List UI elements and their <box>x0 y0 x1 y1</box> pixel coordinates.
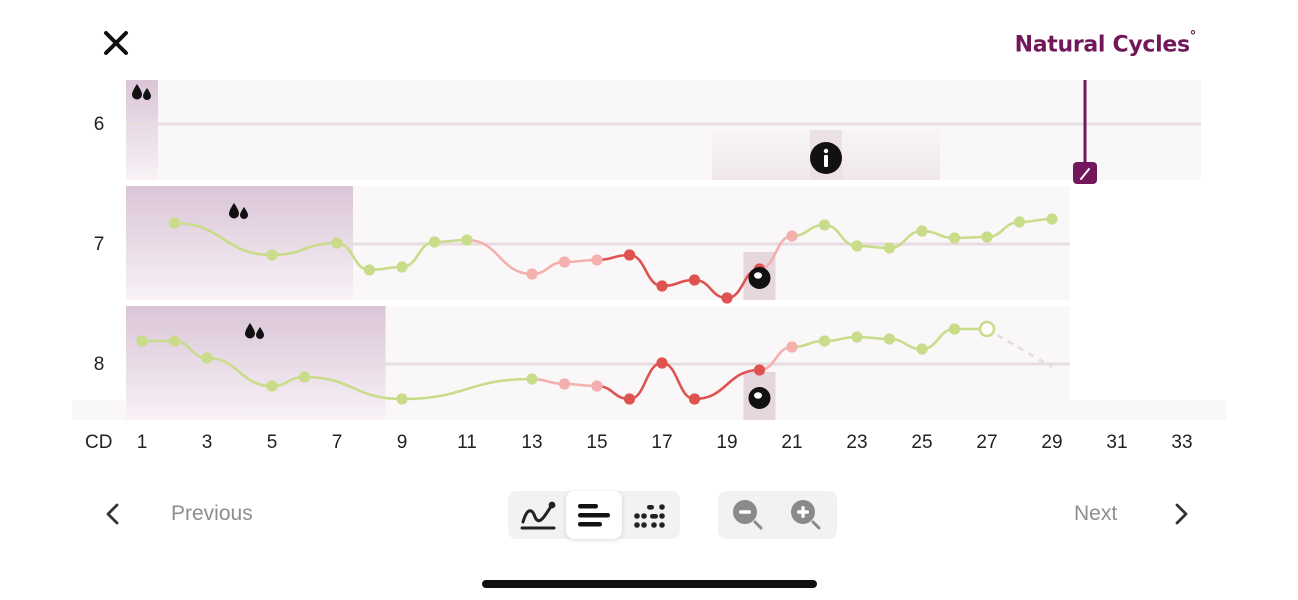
axis-tick-label: 33 <box>1171 432 1193 453</box>
axis-tick-label: 31 <box>1106 432 1128 453</box>
temperature-point <box>558 256 571 268</box>
temperature-point <box>883 333 896 345</box>
temperature-point <box>526 373 538 385</box>
cycle-row-background <box>126 80 1201 180</box>
temperature-point <box>428 236 441 248</box>
temperature-point <box>526 268 538 280</box>
temperature-point <box>721 292 733 304</box>
temperature-point <box>818 335 831 347</box>
temperature-point <box>656 357 668 369</box>
temperature-point <box>1013 216 1026 228</box>
bottom-navigation: Previous Next <box>0 486 1298 546</box>
temperature-point <box>1046 213 1058 225</box>
period-band <box>126 80 158 180</box>
brand-name: Natural Cycles <box>1014 32 1191 58</box>
cycle-day-axis: CD 1 3 5 7 9 11 13 15 17 19 21 23 25 27 … <box>0 432 1298 462</box>
axis-tick-label: 13 <box>521 432 543 453</box>
cycle-list-view-icon[interactable] <box>566 491 622 539</box>
next-button[interactable]: Next <box>1074 502 1117 526</box>
home-indicator <box>482 580 817 588</box>
axis-tick-label: 17 <box>651 432 673 453</box>
axis-tick-label: 11 <box>457 432 477 453</box>
temperature-point <box>883 242 896 254</box>
cycle-row-label: 7 <box>93 234 105 255</box>
temperature-point <box>623 249 636 261</box>
temperature-point <box>688 274 701 286</box>
brand-mark: ° <box>1189 29 1197 44</box>
temperature-point <box>168 217 181 229</box>
axis-tick-label: 3 <box>201 432 213 453</box>
temperature-point <box>331 237 343 249</box>
temperature-point <box>396 393 408 405</box>
previous-button[interactable]: Previous <box>171 502 253 526</box>
temperature-point <box>266 249 278 261</box>
close-icon[interactable] <box>100 28 132 58</box>
view-mode-switcher <box>508 491 680 539</box>
axis-tick-label: 29 <box>1041 432 1063 453</box>
temperature-point <box>851 240 863 252</box>
axis-tick-label: 9 <box>396 432 408 453</box>
temperature-point <box>981 231 993 243</box>
axis-tick-label: 19 <box>716 432 738 453</box>
axis-tick-label: 27 <box>976 432 998 453</box>
dot-view-icon[interactable] <box>622 491 678 539</box>
temperature-point <box>916 225 928 237</box>
temperature-point <box>363 264 376 276</box>
temperature-point <box>818 219 831 231</box>
zoom-controls <box>718 491 837 539</box>
axis-tick-label: 25 <box>911 432 933 453</box>
axis-tick-label: 21 <box>781 432 803 453</box>
temperature-point <box>461 234 473 246</box>
cycle-row-label: 6 <box>93 114 105 135</box>
axis-tick-label: 23 <box>846 432 868 453</box>
temperature-point <box>916 343 928 355</box>
ovulation-icon-shine <box>754 392 762 399</box>
temperature-point <box>396 261 408 273</box>
temperature-point <box>753 364 766 376</box>
temperature-point <box>168 335 181 347</box>
temperature-point <box>266 380 278 392</box>
info-icon-stem <box>824 155 828 167</box>
cd-axis-label: CD <box>85 432 113 453</box>
zoom-out-icon[interactable] <box>720 491 776 539</box>
axis-tick-label: 7 <box>331 432 343 453</box>
chevron-right-icon[interactable] <box>1168 500 1194 528</box>
info-icon-dot <box>823 148 829 154</box>
chart-canvas <box>72 80 1226 420</box>
temperature-point <box>136 335 148 347</box>
chevron-left-icon[interactable] <box>100 500 126 528</box>
axis-tick-label: 1 <box>136 432 148 453</box>
axis-tick-label: 5 <box>266 432 278 453</box>
ovulation-icon-shine <box>754 272 762 279</box>
temperature-point <box>558 378 571 390</box>
temperature-point <box>948 323 961 335</box>
temperature-point <box>851 331 863 343</box>
graph-view-icon[interactable] <box>510 491 566 539</box>
brand-logo: Natural Cycles° <box>1014 29 1197 58</box>
temperature-point <box>591 380 603 392</box>
temperature-point <box>201 352 213 364</box>
temperature-point <box>656 280 668 292</box>
temperature-point <box>948 232 961 244</box>
cycle-row-label: 8 <box>93 354 105 375</box>
axis-tick-label: 15 <box>586 432 608 453</box>
temperature-point <box>623 393 636 405</box>
temperature-point <box>298 371 311 383</box>
temperature-point <box>786 230 798 242</box>
cycle-comparison-chart[interactable]: 6 7 8 <box>0 80 1298 420</box>
temperature-point-today <box>978 320 996 338</box>
temperature-point <box>591 254 603 266</box>
temperature-point <box>786 341 798 353</box>
top-bar: Natural Cycles° <box>0 0 1298 80</box>
temperature-point <box>688 393 701 405</box>
zoom-in-icon[interactable] <box>778 491 834 539</box>
